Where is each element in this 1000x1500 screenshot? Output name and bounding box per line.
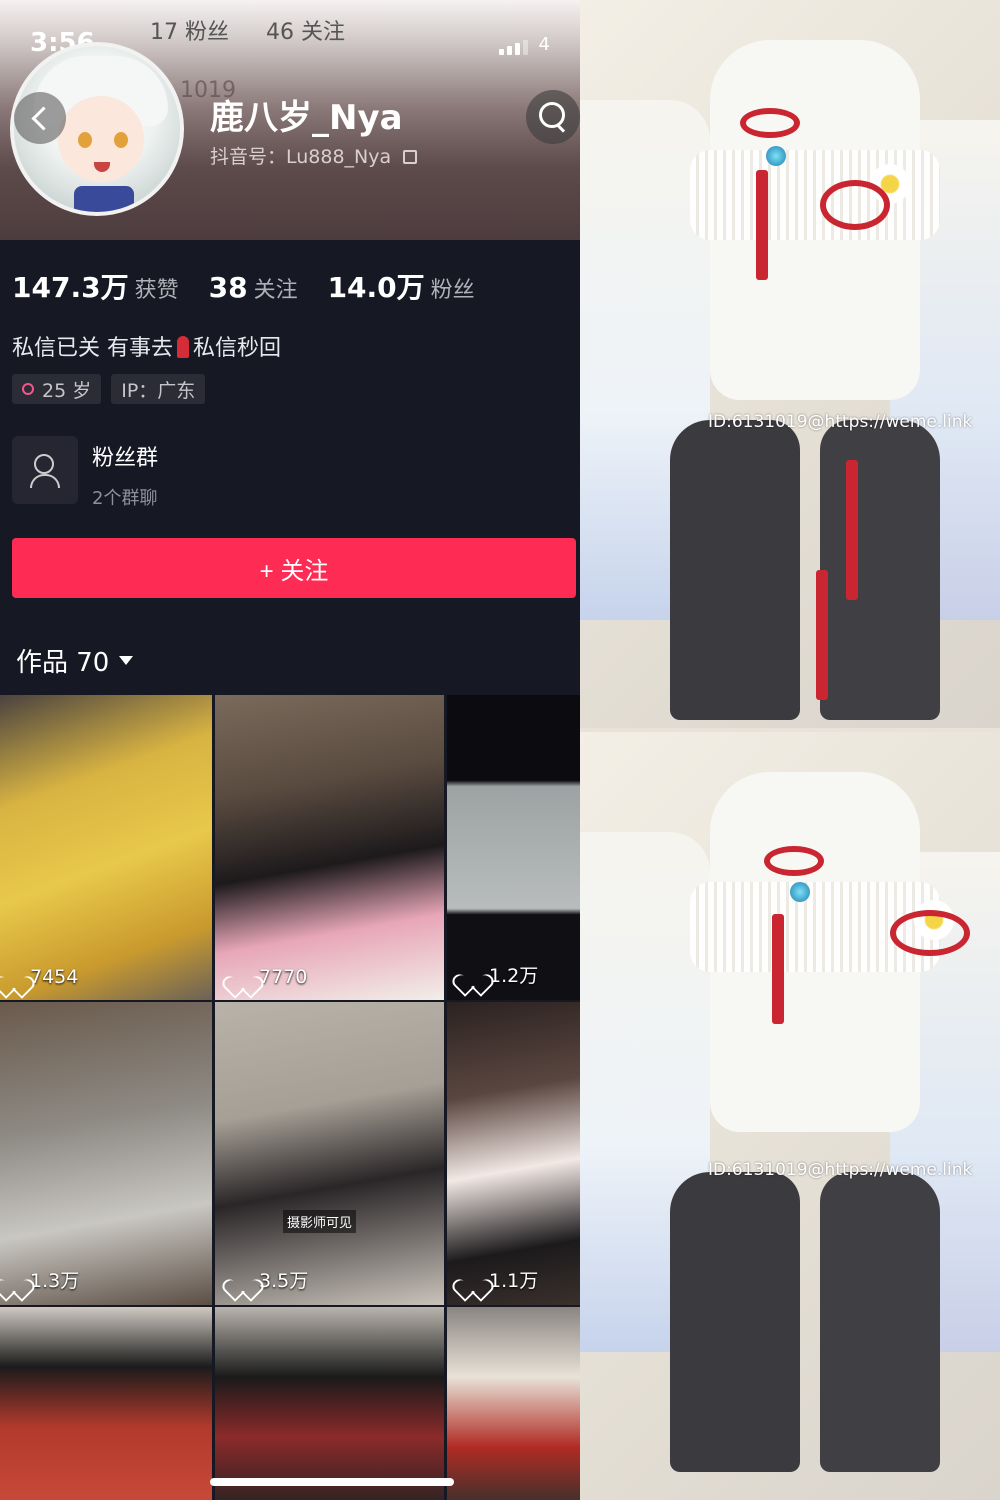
stat-likes: 147.3万 获赞 bbox=[12, 271, 179, 304]
video-likes: 7770 bbox=[231, 966, 307, 988]
profile-bio: 私信已关 有事去 私信秒回 bbox=[12, 336, 282, 361]
age-tag: 25 岁 bbox=[12, 374, 102, 404]
video-tile[interactable]: 1.2万 bbox=[447, 695, 580, 1000]
video-tile[interactable]: 1.3万 bbox=[0, 1002, 212, 1305]
heart-icon bbox=[231, 967, 253, 987]
screenshot-collage: 17 粉丝 46 关注 1019 3:56 4 鹿八岁_Nya 抖音号：Lu88… bbox=[0, 0, 1000, 1500]
video-likes: 1.2万 bbox=[461, 961, 538, 988]
signal-icon: 4 bbox=[498, 34, 550, 55]
video-tile[interactable]: 1.1万 bbox=[447, 1002, 580, 1305]
profile-tags: 25 岁 IP：广东 bbox=[12, 374, 206, 404]
video-tile[interactable]: 7454 bbox=[0, 695, 212, 1000]
video-tile[interactable] bbox=[0, 1307, 212, 1500]
cosplay-photo-1: ID:6131019@https://weme.link bbox=[580, 0, 1000, 728]
chevron-down-icon bbox=[119, 656, 134, 665]
video-likes: 3.5万 bbox=[231, 1266, 308, 1293]
copy-icon[interactable] bbox=[403, 150, 418, 164]
ghost-header-stats: 17 粉丝 46 关注 bbox=[150, 14, 375, 46]
ip-tag: IP：广东 bbox=[111, 374, 206, 404]
video-likes: 1.1万 bbox=[461, 1266, 538, 1293]
video-tile[interactable] bbox=[215, 1307, 444, 1500]
video-caption: 摄影师可见 bbox=[283, 1210, 357, 1233]
back-icon[interactable] bbox=[14, 92, 66, 144]
fan-group-entry[interactable]: 粉丝群 2个群聊 bbox=[12, 436, 158, 510]
douyin-id-text: 抖音号：Lu888_Nya bbox=[210, 146, 392, 168]
watermark-1: ID:6131019@https://weme.link bbox=[708, 412, 973, 432]
fan-group-subtitle: 2个群聊 bbox=[92, 488, 158, 509]
ghost-following: 46 关注 bbox=[266, 20, 345, 45]
search-icon[interactable] bbox=[526, 90, 580, 144]
heart-icon bbox=[461, 965, 483, 985]
ghost-fans: 17 粉丝 bbox=[150, 20, 229, 45]
follow-button[interactable]: + 关注 bbox=[12, 538, 576, 598]
video-tile[interactable] bbox=[447, 1307, 580, 1500]
cosplay-photos: ID:6131019@https://weme.link ID:6131019@… bbox=[580, 0, 1000, 1500]
watermark-2: ID:6131019@https://weme.link bbox=[708, 1160, 973, 1180]
fan-group-title: 粉丝群 bbox=[92, 446, 159, 471]
battery-text: 4 bbox=[538, 34, 550, 55]
stat-fans[interactable]: 14.0万 粉丝 bbox=[328, 266, 475, 306]
video-likes: 1.3万 bbox=[2, 1266, 79, 1293]
heart-icon bbox=[231, 1270, 253, 1290]
video-tile[interactable]: 7770 bbox=[215, 695, 444, 1000]
profile-banner: 17 粉丝 46 关注 1019 3:56 4 鹿八岁_Nya 抖音号：Lu88… bbox=[0, 0, 580, 240]
profile-name: 鹿八岁_Nya bbox=[210, 98, 403, 138]
profile-stats: 147.3万 获赞 38 关注 14.0万 粉丝 bbox=[12, 266, 475, 306]
stat-following[interactable]: 38 关注 bbox=[209, 271, 298, 304]
red-knot-icon bbox=[177, 336, 189, 358]
video-likes: 7454 bbox=[2, 966, 78, 988]
cosplay-photo-2: ID:6131019@https://weme.link bbox=[580, 732, 1000, 1500]
heart-icon bbox=[2, 967, 24, 987]
heart-icon bbox=[461, 1270, 483, 1290]
works-tab-label: 作品 70 bbox=[16, 648, 110, 678]
video-tile[interactable]: 摄影师可见 3.5万 bbox=[215, 1002, 444, 1305]
douyin-id[interactable]: 抖音号：Lu888_Nya bbox=[210, 142, 418, 169]
works-tab[interactable]: 作品 70 bbox=[16, 642, 134, 679]
female-icon bbox=[22, 383, 34, 395]
profile-screen: 17 粉丝 46 关注 1019 3:56 4 鹿八岁_Nya 抖音号：Lu88… bbox=[0, 0, 580, 1500]
heart-icon bbox=[2, 1270, 24, 1290]
fan-group-icon bbox=[12, 436, 78, 504]
home-indicator bbox=[210, 1478, 454, 1486]
